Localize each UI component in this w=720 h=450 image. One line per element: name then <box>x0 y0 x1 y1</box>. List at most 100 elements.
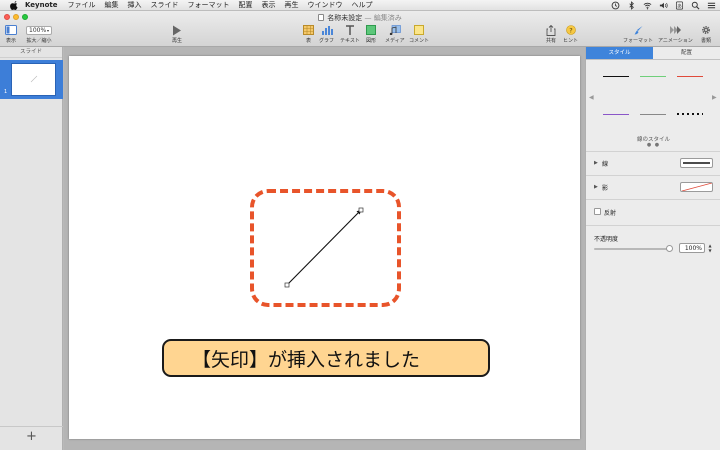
shape-icon <box>366 25 376 35</box>
play-icon <box>173 25 181 35</box>
line-section[interactable]: ▶ 線 <box>586 151 720 175</box>
line-style-presets: ◀ ▶ <box>586 60 720 144</box>
shape-button[interactable]: 図形 <box>366 23 376 44</box>
menu-window[interactable]: ウインドウ <box>308 0 343 10</box>
menu-file[interactable]: ファイル <box>68 0 96 10</box>
no-shadow-icon <box>681 182 713 192</box>
menu-slide[interactable]: スライド <box>151 0 179 10</box>
animate-icon <box>669 26 681 34</box>
navigator-divider <box>0 426 63 427</box>
reflection-label: 反射 <box>604 210 617 217</box>
slide-navigator-header: スライド <box>0 47 62 58</box>
notification-list-icon[interactable] <box>707 1 716 10</box>
start-handle[interactable] <box>284 282 290 288</box>
stepper-down-icon[interactable]: ▼ <box>707 248 713 253</box>
page-dots[interactable]: ● ● <box>586 142 720 148</box>
tips-button[interactable]: ? ヒント <box>563 23 578 44</box>
line-section-label: 線 <box>602 161 609 168</box>
menu-arrange[interactable]: 配置 <box>239 0 253 10</box>
line-style-preset[interactable] <box>677 113 703 115</box>
shadow-swatch[interactable] <box>680 182 713 192</box>
line-style-swatch[interactable] <box>680 158 713 168</box>
comment-label: コメント <box>409 38 430 44</box>
zoom-value: 100% <box>29 26 47 34</box>
battery-icon[interactable]: あ <box>675 1 684 10</box>
slide-canvas[interactable]: 【矢印】が挿入されました <box>69 56 580 439</box>
media-label: メディア <box>385 38 405 44</box>
disclosure-triangle-icon[interactable]: ▶ <box>594 160 598 166</box>
menu-help[interactable]: ヘルプ <box>352 0 373 10</box>
spotlight-icon[interactable] <box>691 1 700 10</box>
line-sample <box>683 162 710 164</box>
menu-app-name[interactable]: Keynote <box>25 1 58 9</box>
opacity-label: 不透明度 <box>594 236 619 243</box>
share-button[interactable]: 共有 <box>546 23 556 44</box>
line-style-preset[interactable] <box>677 76 703 77</box>
add-slide-button[interactable]: + <box>26 430 37 443</box>
opacity-input[interactable]: 100% <box>679 243 705 253</box>
menu-edit[interactable]: 編集 <box>105 0 119 10</box>
zoom-control[interactable]: 100% ▾ 拡大／縮小 <box>26 23 52 44</box>
shadow-section-label: 影 <box>602 185 609 192</box>
animate-label: アニメーション <box>658 38 693 44</box>
document-name: 名称未設定 <box>327 14 363 22</box>
bluetooth-icon[interactable] <box>627 0 636 10</box>
document-icon <box>318 14 325 21</box>
slide-thumbnail[interactable] <box>11 63 56 96</box>
menu-insert[interactable]: 挿入 <box>128 0 142 10</box>
gear-icon <box>702 26 710 34</box>
slide-thumbnail-selected[interactable]: 1 <box>0 60 63 99</box>
menu-format[interactable]: フォーマット <box>188 0 230 10</box>
chevron-right-icon[interactable]: ▶ <box>712 94 717 101</box>
opacity-stepper[interactable]: ▲ ▼ <box>707 243 713 253</box>
format-button[interactable]: フォーマット <box>623 23 653 44</box>
opacity-slider[interactable] <box>594 248 672 250</box>
end-handle[interactable] <box>358 207 364 213</box>
document-title[interactable]: 名称未設定 — 編集済み <box>0 13 720 23</box>
table-label: 表 <box>305 38 311 44</box>
media-icon <box>389 25 401 35</box>
thumbnail-line-shape <box>30 75 38 83</box>
menu-play[interactable]: 再生 <box>285 0 299 10</box>
table-button[interactable]: 表 <box>303 23 314 44</box>
volume-icon[interactable] <box>659 1 668 10</box>
reflection-section: 反射 <box>586 199 720 225</box>
arrow-shape[interactable] <box>69 56 580 439</box>
shadow-section[interactable]: ▶ 影 <box>586 175 720 199</box>
animate-button[interactable]: アニメーション <box>658 23 693 44</box>
reflection-checkbox[interactable] <box>594 208 601 215</box>
line-style-preset[interactable] <box>603 114 629 115</box>
play-button[interactable]: 再生 <box>172 23 182 44</box>
help-icon: ? <box>565 25 576 35</box>
opacity-section: 不透明度 100% ▲ ▼ <box>586 225 720 265</box>
chevron-left-icon[interactable]: ◀ <box>589 94 594 101</box>
callout-text: 【矢印】が挿入されました <box>192 348 421 371</box>
opacity-slider-knob[interactable] <box>666 245 673 252</box>
chart-button[interactable]: グラフ <box>319 23 334 44</box>
play-label: 再生 <box>172 38 183 44</box>
tab-style[interactable]: スタイル <box>586 47 653 59</box>
text-button[interactable]: テキスト <box>340 23 360 44</box>
text-icon <box>345 25 354 35</box>
chart-icon <box>321 26 333 35</box>
disclosure-triangle-icon[interactable]: ▶ <box>594 184 598 190</box>
view-button[interactable]: 表示 <box>5 23 17 44</box>
chart-label: グラフ <box>319 38 335 44</box>
zoom-select[interactable]: 100% ▾ <box>26 25 52 35</box>
comment-button[interactable]: コメント <box>409 23 429 44</box>
line-style-preset[interactable] <box>640 76 666 77</box>
menu-view[interactable]: 表示 <box>262 0 276 10</box>
document-button[interactable]: 書類 <box>701 23 711 44</box>
line-style-preset[interactable] <box>603 76 629 77</box>
svg-text:?: ? <box>569 26 572 34</box>
slide-navigator: スライド 1 + <box>0 47 63 450</box>
time-machine-icon[interactable] <box>611 1 620 10</box>
line-style-preset[interactable] <box>640 114 666 115</box>
tab-arrange[interactable]: 配置 <box>653 47 720 59</box>
media-button[interactable]: メディア <box>385 23 405 44</box>
edit-status: — 編集済み <box>364 14 402 22</box>
wifi-icon[interactable] <box>643 1 652 10</box>
svg-text:あ: あ <box>677 3 682 9</box>
apple-icon[interactable] <box>10 0 19 10</box>
slide-number: 1 <box>4 89 8 95</box>
